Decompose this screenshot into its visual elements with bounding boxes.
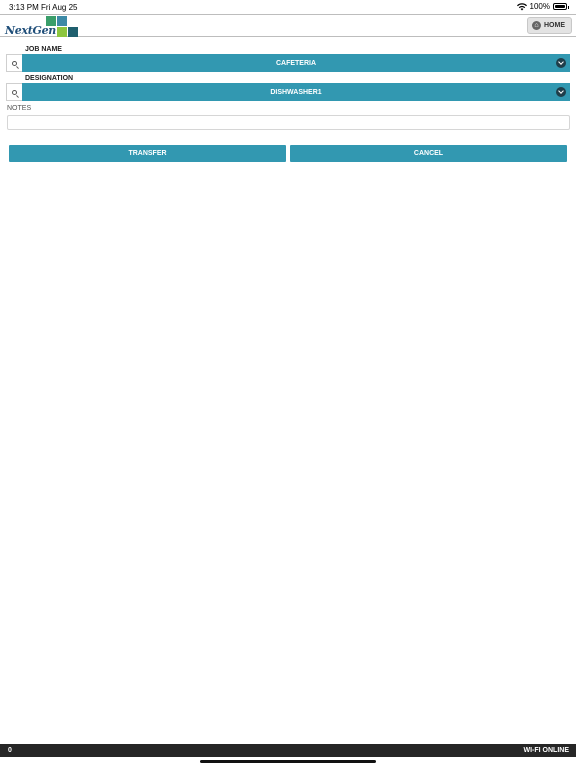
designation-search-button[interactable]	[6, 83, 22, 101]
status-indicators: 100%	[516, 2, 569, 11]
notes-input[interactable]	[7, 115, 570, 130]
search-icon	[12, 89, 17, 95]
app-header: NextGen ⌂ HOME	[0, 14, 576, 37]
nextgen-logo: NextGen	[5, 15, 80, 37]
logo-square	[68, 27, 78, 37]
status-time: 3:13 PM	[9, 3, 39, 12]
status-bar: 3:13 PM Fri Aug 25 100%	[0, 0, 576, 14]
home-icon: ⌂	[532, 21, 541, 30]
designation-select-row: DISHWASHER1	[6, 83, 570, 101]
status-date: Fri Aug 25	[41, 3, 78, 12]
battery-percent: 100%	[529, 2, 550, 11]
logo-text: NextGen	[5, 24, 56, 37]
wifi-icon	[516, 2, 527, 10]
connection-status: WI-FI ONLINE	[523, 747, 570, 754]
notes-label: NOTES	[7, 105, 32, 112]
footer-count: 0	[8, 747, 12, 754]
cancel-button[interactable]: CANCEL	[290, 145, 567, 162]
job-name-search-button[interactable]	[6, 54, 22, 72]
job-name-value: CAFETERIA	[275, 59, 317, 67]
home-button-label: HOME	[544, 22, 565, 29]
job-name-select[interactable]: CAFETERIA	[22, 54, 570, 72]
chevron-down-icon	[556, 58, 566, 68]
logo-square	[57, 27, 67, 37]
home-button[interactable]: ⌂ HOME	[527, 17, 572, 34]
designation-value: DISHWASHER1	[270, 88, 322, 96]
designation-select[interactable]: DISHWASHER1	[22, 83, 570, 101]
footer-status-bar: 0 WI-FI ONLINE	[0, 744, 576, 757]
chevron-down-icon	[556, 87, 566, 97]
logo-square	[57, 16, 67, 26]
transfer-button[interactable]: TRANSFER	[9, 145, 286, 162]
battery-icon	[553, 3, 569, 10]
home-indicator[interactable]	[200, 760, 376, 763]
designation-label: DESIGNATION	[25, 75, 74, 82]
job-name-select-row: CAFETERIA	[6, 54, 570, 72]
job-name-label: JOB NAME	[25, 46, 62, 53]
search-icon	[12, 60, 17, 66]
